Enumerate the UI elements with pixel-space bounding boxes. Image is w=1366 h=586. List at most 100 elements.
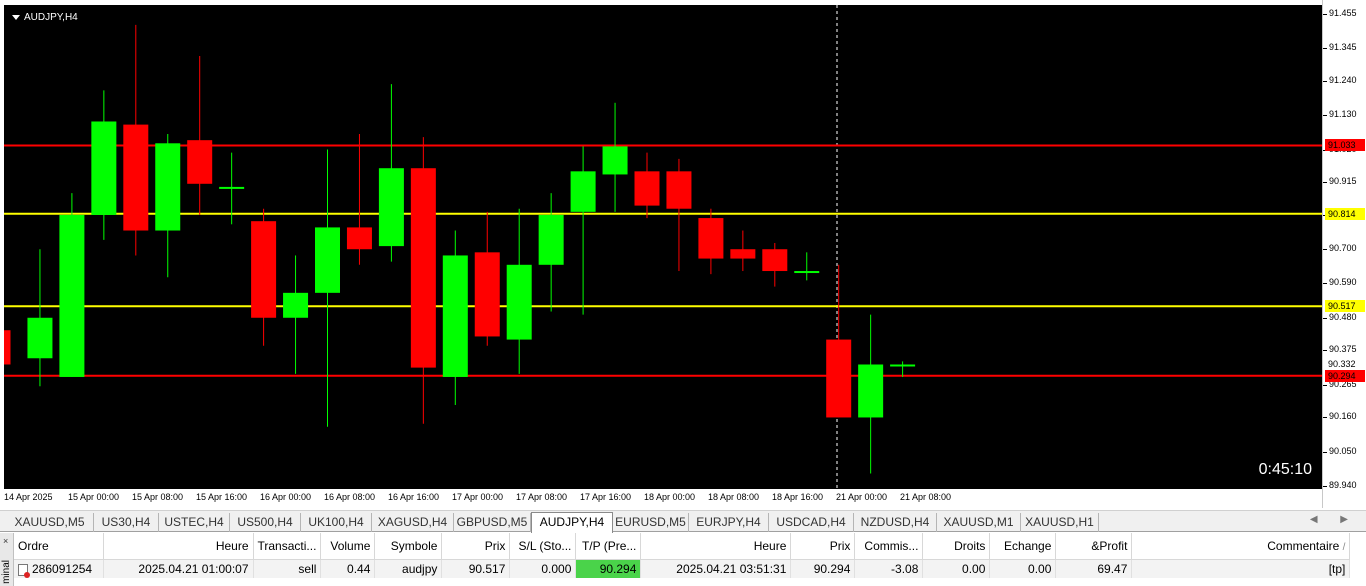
col-header-commission[interactable]: Commis... — [854, 533, 924, 560]
candle-body-10 — [315, 227, 340, 293]
candle-body-28 — [890, 364, 916, 367]
table-header-row: Ordre Heure Transacti... Volume Symbole … — [14, 533, 1351, 560]
candle-body-2 — [59, 214, 85, 377]
price-axis[interactable]: 91.45591.34591.24091.13091.02090.91590.8… — [1322, 0, 1366, 508]
price-tick-label: 90.590 — [1323, 277, 1357, 288]
price-chart-plot[interactable]: AUDJPY,H4 0:45:10 — [4, 5, 1322, 489]
candle-body-26 — [826, 339, 852, 418]
chart-symbol-title[interactable]: AUDJPY,H4 — [12, 12, 78, 23]
price-tick-label: 90.480 — [1323, 311, 1357, 322]
chart-tab[interactable]: GBPUSD,M5 — [454, 513, 531, 532]
chart-tab[interactable]: XAUUSD,M5 — [6, 513, 94, 532]
price-level-tag: 90.332 — [1325, 357, 1365, 370]
price-level-tag: 91.033 — [1325, 139, 1365, 152]
col-header-exchange[interactable]: Echange — [989, 533, 1057, 560]
bar-countdown-timer: 0:45:10 — [1258, 461, 1312, 478]
price-tick-label: 91.240 — [1323, 74, 1357, 85]
candle-body-12 — [378, 168, 404, 247]
chart-tab[interactable]: USTEC,H4 — [159, 513, 230, 532]
time-tick-label: 17 Apr 16:00 — [580, 492, 632, 502]
candle-body-7 — [219, 186, 245, 189]
cell-tp: 90.294 — [575, 559, 642, 578]
cell-order: 286091254 — [14, 559, 104, 578]
tab-scroll-arrows-icon[interactable]: ◀ ▶ — [1310, 514, 1358, 525]
col-header-order[interactable]: Ordre — [14, 533, 104, 560]
chart-tab[interactable]: XAUUSD,H1 — [1021, 513, 1099, 532]
chart-tab[interactable]: USDCAD,H4 — [769, 513, 854, 532]
price-tick-label: 90.375 — [1323, 344, 1357, 355]
table-row[interactable]: 286091254 2025.04.21 01:00:07 sell 0.44 … — [14, 559, 1351, 578]
price-tick-label: 91.130 — [1323, 109, 1357, 120]
col-header-symbol[interactable]: Symbole — [374, 533, 443, 560]
time-tick-label: 15 Apr 08:00 — [132, 492, 184, 502]
sort-indicator-icon: / — [1342, 541, 1346, 553]
time-axis[interactable]: 14 Apr 2025 15 Apr 00:00 15 Apr 08:00 15 Ap… — [0, 489, 1322, 508]
cell-exchange: 0.00 — [989, 559, 1057, 578]
candle-body-25 — [794, 271, 820, 274]
candle-body-24 — [762, 249, 788, 272]
col-header-volume[interactable]: Volume — [320, 533, 376, 560]
chart-tabs-bar: XAUUSD,M5 US30,H4 USTEC,H4 US500,H4 UK100,H4… — [0, 510, 1366, 533]
col-header-close-time[interactable]: Heure — [640, 533, 792, 560]
cell-close-price: 90.294 — [790, 559, 856, 578]
candle-body-9 — [283, 292, 309, 318]
time-tick-label: 15 Apr 00:00 — [68, 492, 120, 502]
candle-body-5 — [155, 143, 181, 231]
price-tick-label: 90.915 — [1323, 176, 1357, 187]
cell-profit: 69.47 — [1055, 559, 1133, 578]
close-icon[interactable]: × — [3, 536, 8, 546]
col-header-open-price[interactable]: Prix — [441, 533, 511, 560]
time-tick-label: 21 Apr 08:00 — [900, 492, 952, 502]
terminal-side-bar: × minal — [0, 533, 14, 586]
history-table: Ordre Heure Transacti... Volume Symbole … — [14, 533, 1351, 578]
chart-tab[interactable]: EURUSD,M5 — [613, 513, 689, 532]
col-header-profit[interactable]: &Profit — [1055, 533, 1133, 560]
time-tick-label: 18 Apr 16:00 — [772, 492, 824, 502]
terminal-panel: × minal Ordre Heure Transacti... Volume … — [0, 533, 1366, 586]
cell-volume: 0.44 — [320, 559, 376, 578]
candle-body-17 — [538, 214, 564, 265]
cell-close-time: 2025.04.21 03:51:31 — [640, 559, 792, 578]
candle-body-4 — [123, 124, 149, 231]
chart-tab[interactable]: EURJPY,H4 — [689, 513, 769, 532]
chart-tab[interactable]: NZDUSD,H4 — [854, 513, 937, 532]
candle-body-23 — [730, 249, 756, 259]
col-header-type[interactable]: Transacti... — [253, 533, 322, 560]
chart-tab[interactable]: XAUUSD,M1 — [937, 513, 1021, 532]
candle-body-11 — [346, 227, 372, 250]
chart-tab[interactable]: AUDJPY,H4 — [531, 512, 613, 533]
col-header-tp[interactable]: T/P (Pre... — [575, 533, 642, 560]
candle-body-16 — [506, 264, 532, 340]
chart-tab[interactable]: US30,H4 — [94, 513, 159, 532]
price-level-tag: 90.517 — [1325, 300, 1365, 313]
chart-tab[interactable]: UK100,H4 — [301, 513, 372, 532]
col-header-swap[interactable]: Droits — [922, 533, 991, 560]
col-header-comment-label: Commentaire — [1267, 538, 1340, 553]
col-header-open-time[interactable]: Heure — [103, 533, 254, 560]
chart-symbol-label: AUDJPY,H4 — [24, 12, 78, 23]
cell-commission: -3.08 — [854, 559, 924, 578]
time-tick-label: 18 Apr 08:00 — [708, 492, 760, 502]
candle-body-27 — [858, 364, 884, 418]
chart-window[interactable]: AUDJPY,H4 0:45:10 91.455 91.345 91.240 91.1… — [0, 0, 1366, 508]
price-level-tag: 90.294 — [1325, 369, 1365, 382]
chart-tab[interactable]: US500,H4 — [230, 513, 301, 532]
dropdown-triangle-icon[interactable] — [12, 14, 20, 20]
cell-comment: [tp] — [1131, 559, 1351, 578]
chart-tab[interactable]: XAGUSD,H4 — [372, 513, 454, 532]
candle-body-1 — [27, 317, 53, 359]
col-header-close-price[interactable]: Prix — [790, 533, 856, 560]
time-tick-label: 21 Apr 00:00 — [836, 492, 888, 502]
cell-symbol: audjpy — [374, 559, 443, 578]
price-tick-label: 91.455 — [1323, 8, 1357, 18]
candle-body-22 — [698, 218, 724, 259]
candle-body-15 — [474, 252, 500, 337]
col-header-sl[interactable]: S/L (Sto... — [509, 533, 577, 560]
time-tick-label: 16 Apr 08:00 — [324, 492, 376, 502]
cell-sl: 0.000 — [509, 559, 577, 578]
col-header-comment[interactable]: Commentaire / — [1131, 533, 1351, 560]
time-tick-label: 15 Apr 16:00 — [196, 492, 248, 502]
candle-body-14 — [442, 255, 468, 377]
candle-body-8 — [251, 221, 277, 318]
time-tick-label: 17 Apr 00:00 — [452, 492, 504, 502]
